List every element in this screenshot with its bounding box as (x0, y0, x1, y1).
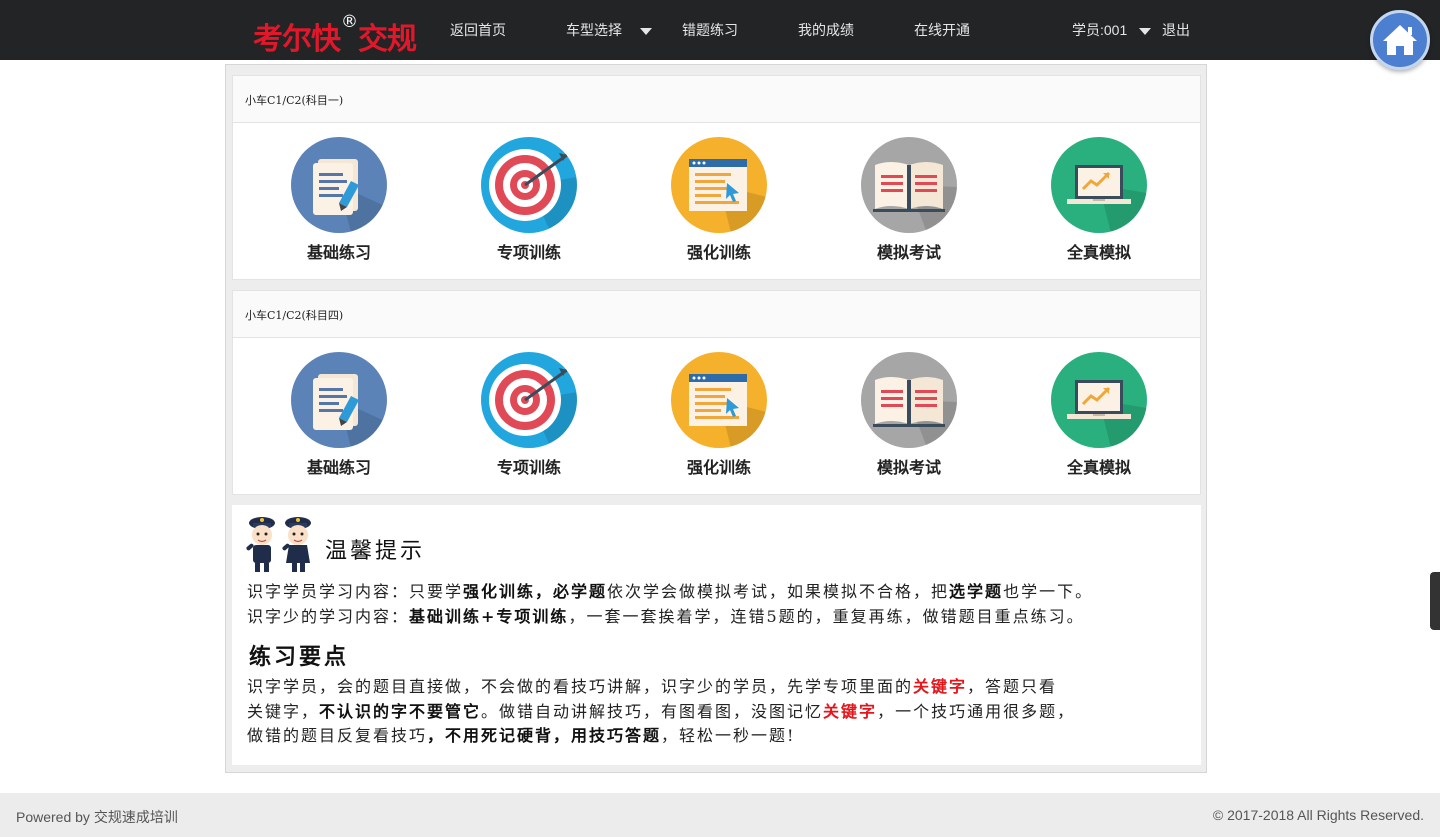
home-icon (1383, 25, 1417, 55)
text-segment: ，答题只看 (967, 677, 1058, 696)
footer-powered-by: Powered by 交规速成培训 (16, 809, 178, 825)
item-mock-exam[interactable]: 模拟考试 (859, 137, 959, 267)
section-subject-one: 小车C1/C2(科目一) 基础练习 专项训练 强化训练 模拟考试 全真模拟 (232, 75, 1201, 280)
text-segment: ，一套一套挨着学，连错5题的，重复再练，做错题目重点练习。 (568, 607, 1085, 626)
item-label: 强化训练 (686, 458, 751, 477)
text-segment: ，轻松一秒一题! (661, 726, 796, 745)
item-full-simulation[interactable]: 全真模拟 (1049, 352, 1149, 482)
nav-home[interactable]: 返回首页 (450, 21, 506, 39)
main-panel: 小车C1/C2(科目一) 基础练习 专项训练 强化训练 模拟考试 全真模拟 小车… (225, 64, 1207, 773)
item-label: 专项训练 (496, 243, 561, 262)
chevron-down-icon (1139, 27, 1152, 35)
document-icon (291, 137, 387, 233)
tips-line-literate: 识字学员学习内容：只要学强化训练，必学题依次学会做模拟考试，如果模拟不合格，把选… (247, 580, 1093, 604)
points-line-2: 关键字，不认识的字不要管它。做错自动讲解技巧，有图看图，没图记忆关键字，一个技巧… (247, 700, 1075, 724)
target-icon (481, 137, 577, 233)
top-navbar: 考尔快 ® 交规 返回首页 车型选择 错题练习 我的成绩 在线开通 学员:001… (0, 0, 1440, 60)
text-segment: 也学一下。 (1003, 582, 1094, 601)
text-bold: 选学题 (949, 582, 1004, 601)
police-mascot-icon (246, 517, 311, 572)
item-label: 专项训练 (496, 458, 561, 477)
chevron-down-icon (639, 27, 652, 35)
item-special-training[interactable]: 专项训练 (479, 137, 579, 267)
open-book-icon (861, 137, 957, 233)
section-title: 小车C1/C2(科目一) (233, 76, 1200, 123)
footer-copyright: © 2017-2018 All Rights Reserved. (1212, 807, 1424, 823)
document-icon (291, 352, 387, 448)
brand-name: 考尔快 (253, 22, 341, 57)
item-full-simulation[interactable]: 全真模拟 (1049, 137, 1149, 267)
text-bold: 不认识的字不要管它 (319, 702, 482, 721)
points-line-1: 识字学员，会的题目直接做，不会做的看技巧讲解，识字少的学员，先学专项里面的关键字… (247, 675, 1057, 699)
text-segment: 依次学会做模拟考试，如果模拟不合格，把 (607, 582, 950, 601)
footer: Powered by 交规速成培训 © 2017-2018 All Rights… (0, 793, 1440, 837)
brand-suffix: 交规 (358, 22, 417, 57)
item-label: 模拟考试 (876, 458, 941, 477)
nav-car-type[interactable]: 车型选择 (566, 21, 652, 39)
browser-window-icon (671, 137, 767, 233)
item-mock-exam[interactable]: 模拟考试 (859, 352, 959, 482)
registered-mark: ® (341, 12, 358, 32)
nav-online-activate[interactable]: 在线开通 (914, 21, 970, 39)
text-segment: 。做错自动讲解技巧，有图看图，没图记忆 (481, 702, 824, 721)
laptop-chart-icon (1051, 352, 1147, 448)
target-icon (481, 352, 577, 448)
item-intensive-training[interactable]: 强化训练 (669, 352, 769, 482)
text-segment: 关键字， (247, 702, 320, 721)
item-label: 基础练习 (306, 243, 371, 262)
item-label: 模拟考试 (876, 243, 941, 262)
open-book-icon (861, 352, 957, 448)
section-title: 小车C1/C2(科目四) (233, 291, 1200, 338)
item-basic-practice[interactable]: 基础练习 (289, 352, 389, 482)
browser-window-icon (671, 352, 767, 448)
side-panel-handle[interactable] (1430, 572, 1440, 630)
logout-link[interactable]: 退出 (1162, 21, 1190, 39)
text-bold: 基础训练+专项训练 (409, 607, 569, 626)
text-bold: ，不用死记硬背，用技巧答题 (427, 726, 662, 745)
item-label: 基础练习 (306, 458, 371, 477)
laptop-chart-icon (1051, 137, 1147, 233)
user-menu[interactable]: 学员:001 (1072, 21, 1152, 39)
tips-line-low-literacy: 识字少的学习内容：基础训练+专项训练，一套一套挨着学，连错5题的，重复再练，做错… (247, 605, 1085, 629)
item-label: 全真模拟 (1066, 458, 1131, 477)
section-subject-four: 小车C1/C2(科目四) 基础练习 专项训练 强化训练 模拟考试 全真模拟 (232, 290, 1201, 495)
text-segment: 识字学员，会的题目直接做，不会做的看技巧讲解，识字少的学员，先学专项里面的 (247, 677, 914, 696)
tips-panel: 温馨提示 识字学员学习内容：只要学强化训练，必学题依次学会做模拟考试，如果模拟不… (232, 505, 1201, 765)
text-segment: ，一个技巧通用很多题， (877, 702, 1076, 721)
item-label: 全真模拟 (1066, 243, 1131, 262)
tips-title: 温馨提示 (325, 539, 426, 564)
item-intensive-training[interactable]: 强化训练 (669, 137, 769, 267)
home-button[interactable] (1370, 10, 1430, 70)
nav-car-type-label: 车型选择 (566, 22, 622, 38)
text-segment: 做错的题目反复看技巧 (247, 726, 428, 745)
item-label: 强化训练 (686, 243, 751, 262)
keyword-highlight: 关键字 (823, 702, 878, 721)
nav-wrong-questions[interactable]: 错题练习 (682, 21, 738, 39)
keyword-highlight: 关键字 (913, 677, 968, 696)
user-label: 学员:001 (1072, 22, 1128, 38)
practice-points-title: 练习要点 (249, 644, 350, 670)
item-basic-practice[interactable]: 基础练习 (289, 137, 389, 267)
text-bold: 强化训练，必学题 (463, 582, 608, 601)
text-segment: 识字少的学习内容： (247, 607, 410, 626)
points-line-3: 做错的题目反复看技巧，不用死记硬背，用技巧答题，轻松一秒一题! (247, 724, 795, 748)
brand-logo[interactable]: 考尔快 ® 交规 (253, 12, 417, 57)
nav-my-scores[interactable]: 我的成绩 (798, 21, 854, 39)
text-segment: 识字学员学习内容：只要学 (247, 582, 464, 601)
item-special-training[interactable]: 专项训练 (479, 352, 579, 482)
